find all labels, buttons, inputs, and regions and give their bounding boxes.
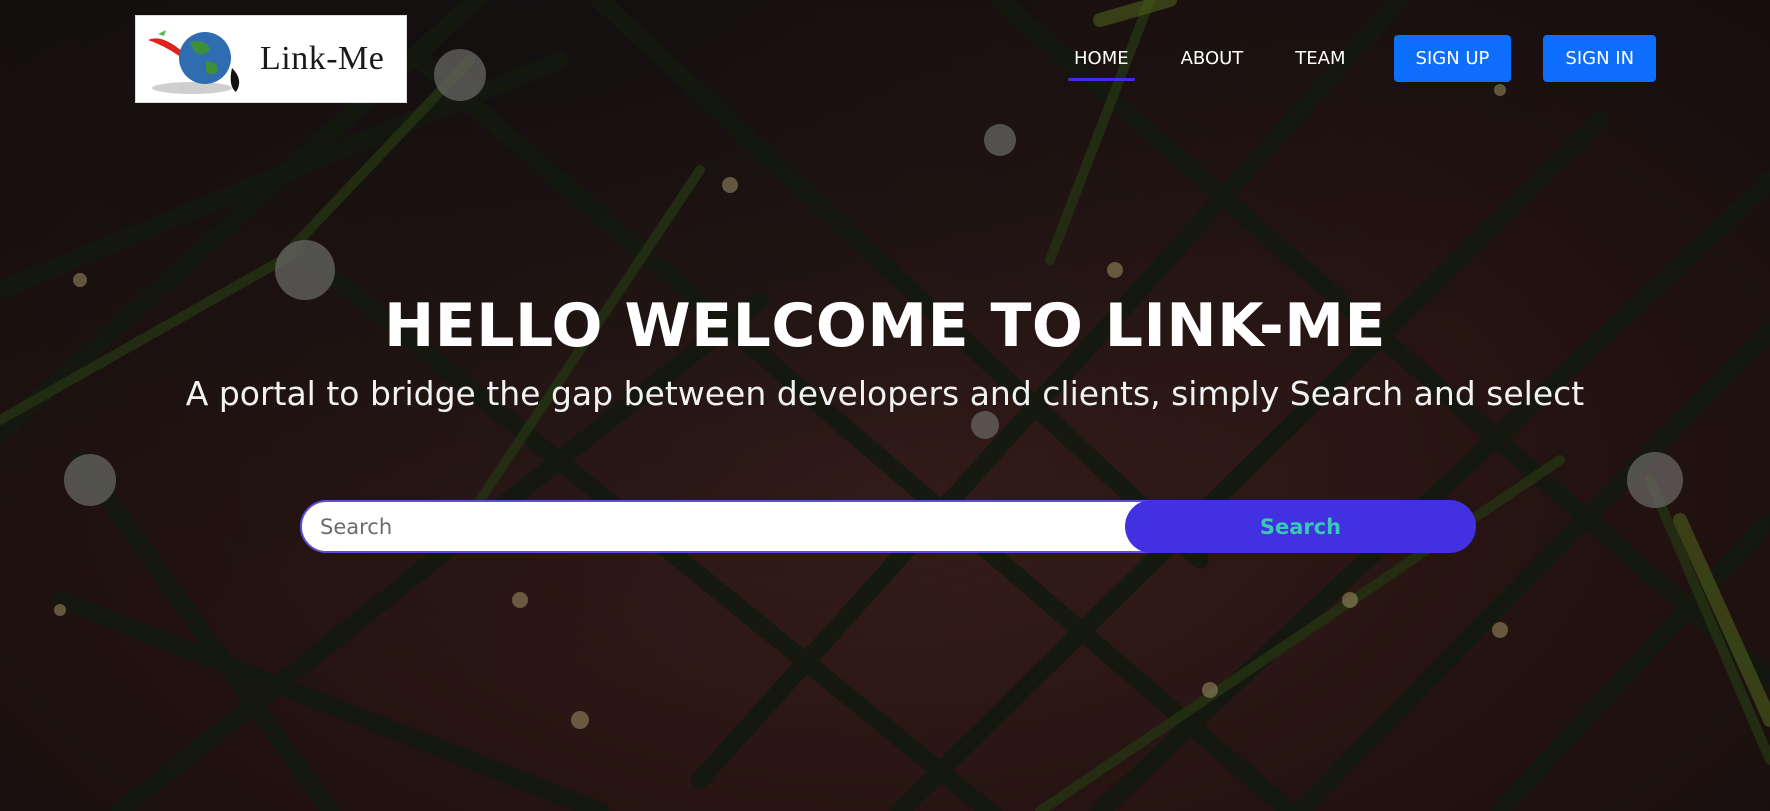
hero-section: HELLO WELCOME TO LINK-ME A portal to bri… [0, 290, 1770, 416]
main-nav: HOME ABOUT TEAM SIGN UP SIGN IN [1068, 34, 1657, 82]
globe-swoosh-logo-icon [148, 30, 240, 94]
search-button[interactable]: Search [1125, 500, 1476, 553]
sign-up-button[interactable]: SIGN UP [1393, 34, 1512, 82]
sign-in-button[interactable]: SIGN IN [1543, 34, 1657, 82]
search-bar: Search [300, 500, 1476, 553]
search-input[interactable] [300, 500, 1180, 553]
hero-subtitle: A portal to bridge the gap between devel… [185, 374, 1585, 413]
brand-name: Link-Me [260, 40, 385, 77]
nav-link-about[interactable]: ABOUT [1175, 48, 1250, 69]
top-navbar: Link-Me HOME ABOUT TEAM SIGN UP SIGN IN [0, 0, 1770, 118]
brand-logo[interactable]: Link-Me [135, 15, 407, 103]
hero-title: HELLO WELCOME TO LINK-ME [384, 291, 1386, 361]
nav-link-home[interactable]: HOME [1068, 48, 1135, 81]
nav-link-team[interactable]: TEAM [1289, 48, 1351, 69]
